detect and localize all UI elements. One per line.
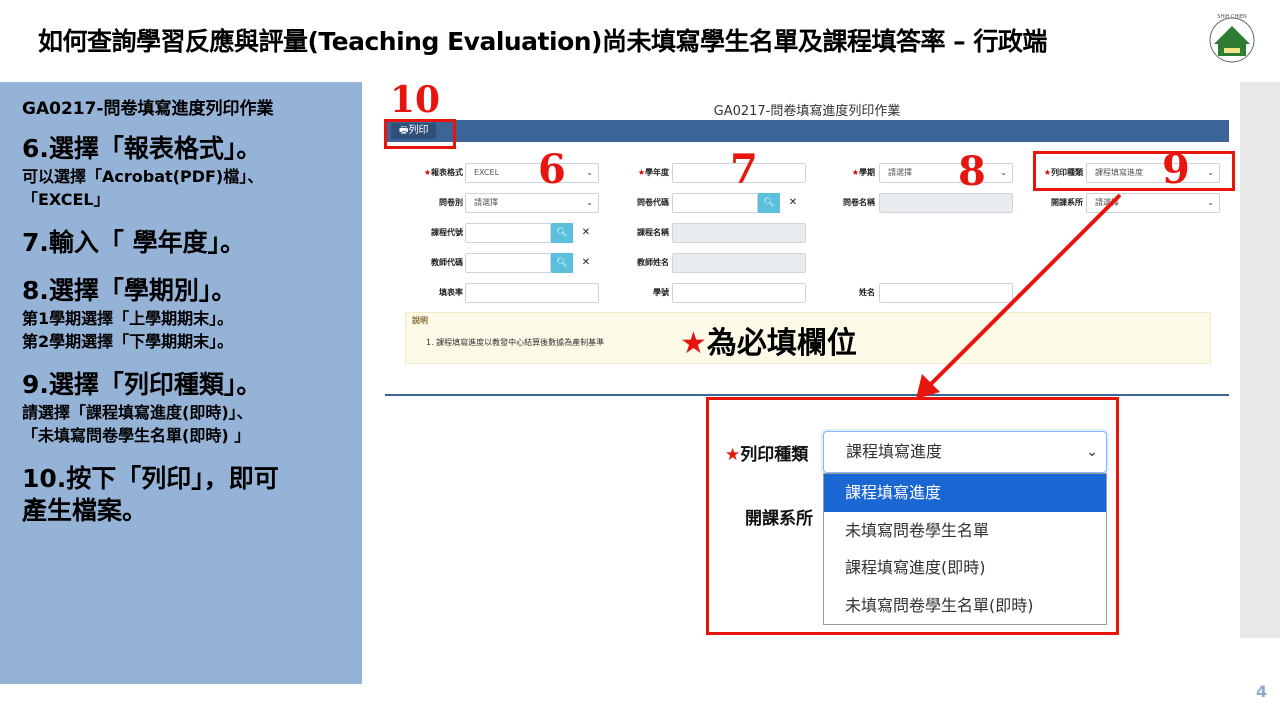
dropdown-option[interactable]: 課程填寫進度(即時) xyxy=(824,549,1106,587)
department-select[interactable]: 請選擇 ⌄ xyxy=(1086,193,1220,213)
questionnaire-name-label: 問卷名稱 xyxy=(843,198,875,207)
chevron-down-icon: ⌄ xyxy=(586,198,593,207)
chevron-down-icon: ⌄ xyxy=(1207,198,1214,207)
chevron-down-icon: ⌄ xyxy=(586,168,593,177)
step7-title: 7.輸入「 學年度」。 xyxy=(22,228,246,257)
form-row: 填表率 學號 姓名 xyxy=(385,283,1229,303)
teacher-code-input[interactable] xyxy=(465,253,551,273)
chevron-down-icon: ⌄ xyxy=(1086,444,1098,460)
step8-title: 8.選擇「學期別」。 xyxy=(22,276,237,305)
zoomed-dropdown-panel: ★列印種類 開課系所 課程填寫進度 ⌄ 課程填寫進度 未填寫問卷學生名單 課程填寫… xyxy=(706,397,1119,635)
dropdown-option[interactable]: 未填寫問卷學生名單 xyxy=(824,512,1106,550)
form-row: 課程代號 🔍︎ ✕ 課程名稱 xyxy=(385,223,1229,243)
clear-icon[interactable]: ✕ xyxy=(575,253,597,273)
step9-desc: 請選擇「課程填寫進度(即時)」、 xyxy=(22,403,253,422)
course-name-label: 課程名稱 xyxy=(637,228,669,237)
dropdown-option[interactable]: 課程填寫進度 xyxy=(824,474,1106,512)
note-text: 1. 課程填寫進度以教發中心結算後數據為產制基準 xyxy=(426,338,605,347)
student-id-input[interactable] xyxy=(672,283,806,303)
note-heading: 說明 xyxy=(412,316,428,325)
step10-title: 10.按下「列印」，即可 xyxy=(22,464,279,493)
department-label: 開課系所 xyxy=(745,509,813,529)
print-type-select[interactable]: 課程填寫進度 ⌄ xyxy=(823,431,1107,473)
instruction-panel: GA0217-問卷填寫進度列印作業 6.選擇「報表格式」。 可以選擇「Acrob… xyxy=(0,82,362,684)
semester-select[interactable]: 請選擇 ⌄ xyxy=(879,163,1013,183)
department-label: 開課系所 xyxy=(1051,198,1083,207)
questionnaire-code-label: 問卷代碼 xyxy=(637,198,669,207)
report-format-select[interactable]: EXCEL ⌄ xyxy=(465,163,599,183)
screen-title: GA0217-問卷填寫進度列印作業 xyxy=(713,104,901,119)
form-row: 教師代碼 🔍︎ ✕ 教師姓名 xyxy=(385,253,1229,273)
fill-rate-label: 填表率 xyxy=(439,288,463,297)
slide-side-bar xyxy=(1240,82,1280,638)
instruction-heading: GA0217-問卷填寫進度列印作業 xyxy=(22,99,274,119)
print-button-highlight xyxy=(384,119,456,149)
step8-desc: 第2學期選擇「下學期期末」。 xyxy=(22,332,234,351)
callout-number: 10 xyxy=(390,79,441,121)
clear-icon[interactable]: ✕ xyxy=(575,223,597,243)
step6-desc: 「EXCEL」 xyxy=(22,190,110,209)
course-code-input[interactable] xyxy=(465,223,551,243)
search-icon[interactable]: 🔍︎ xyxy=(551,223,573,243)
name-input[interactable] xyxy=(879,283,1013,303)
teacher-code-label: 教師代碼 xyxy=(431,258,463,267)
print-type-highlight xyxy=(1033,151,1235,191)
divider xyxy=(385,394,1229,396)
page-number: 4 xyxy=(1256,682,1268,701)
step6-title: 6.選擇「報表格式」。 xyxy=(22,134,262,163)
questionnaire-type-select[interactable]: 請選擇 ⌄ xyxy=(465,193,599,213)
step8-desc: 第1學期選擇「上學期期末」。 xyxy=(22,309,234,328)
semester-label: ★學期 xyxy=(851,168,875,177)
toolbar: 🖶列印 xyxy=(385,120,1229,142)
clear-icon[interactable]: ✕ xyxy=(782,193,804,213)
course-code-label: 課程代號 xyxy=(431,228,463,237)
form-row: 問卷別 請選擇 ⌄ 問卷代碼 🔍︎ ✕ 問卷名稱 開課系所 請選擇 ⌄ xyxy=(385,193,1229,213)
callout-number: 7 xyxy=(730,146,758,193)
teacher-name-field xyxy=(672,253,806,273)
slide-title: 如何查詢學習反應與評量(Teaching Evaluation)尚未填寫學生名單… xyxy=(38,27,1047,56)
callout-number: 6 xyxy=(538,146,566,193)
report-format-label: ★報表格式 xyxy=(423,168,463,177)
student-id-label: 學號 xyxy=(653,288,669,297)
academic-year-label: ★學年度 xyxy=(637,168,669,177)
star-icon: ★ xyxy=(680,326,707,361)
questionnaire-code-input[interactable] xyxy=(672,193,758,213)
fill-rate-input[interactable] xyxy=(465,283,599,303)
step6-desc: 可以選擇「Acrobat(PDF)檔」、 xyxy=(22,167,264,186)
step9-title: 9.選擇「列印種類」。 xyxy=(22,370,262,399)
svg-text:SHIH CHIEN: SHIH CHIEN xyxy=(1217,14,1247,20)
print-type-label: ★列印種類 xyxy=(725,445,809,465)
university-logo: SHIH CHIEN xyxy=(1209,14,1255,63)
required-field-note: ★為必填欄位 xyxy=(680,326,857,361)
chevron-down-icon: ⌄ xyxy=(1000,168,1007,177)
name-label: 姓名 xyxy=(859,288,875,297)
step9-desc: 「未填寫問卷學生名單(即時) 」 xyxy=(22,426,251,445)
search-icon[interactable]: 🔍︎ xyxy=(551,253,573,273)
search-icon[interactable]: 🔍︎ xyxy=(758,193,780,213)
print-type-options: 課程填寫進度 未填寫問卷學生名單 課程填寫進度(即時) 未填寫問卷學生名單(即時… xyxy=(823,473,1107,625)
step10-title: 產生檔案。 xyxy=(22,496,148,525)
teacher-name-label: 教師姓名 xyxy=(637,258,669,267)
callout-number: 8 xyxy=(958,148,986,195)
callout-number: 9 xyxy=(1162,146,1190,193)
questionnaire-name-field xyxy=(879,193,1013,213)
questionnaire-type-label: 問卷別 xyxy=(439,198,463,207)
dropdown-option[interactable]: 未填寫問卷學生名單(即時) xyxy=(824,587,1106,625)
course-name-field xyxy=(672,223,806,243)
